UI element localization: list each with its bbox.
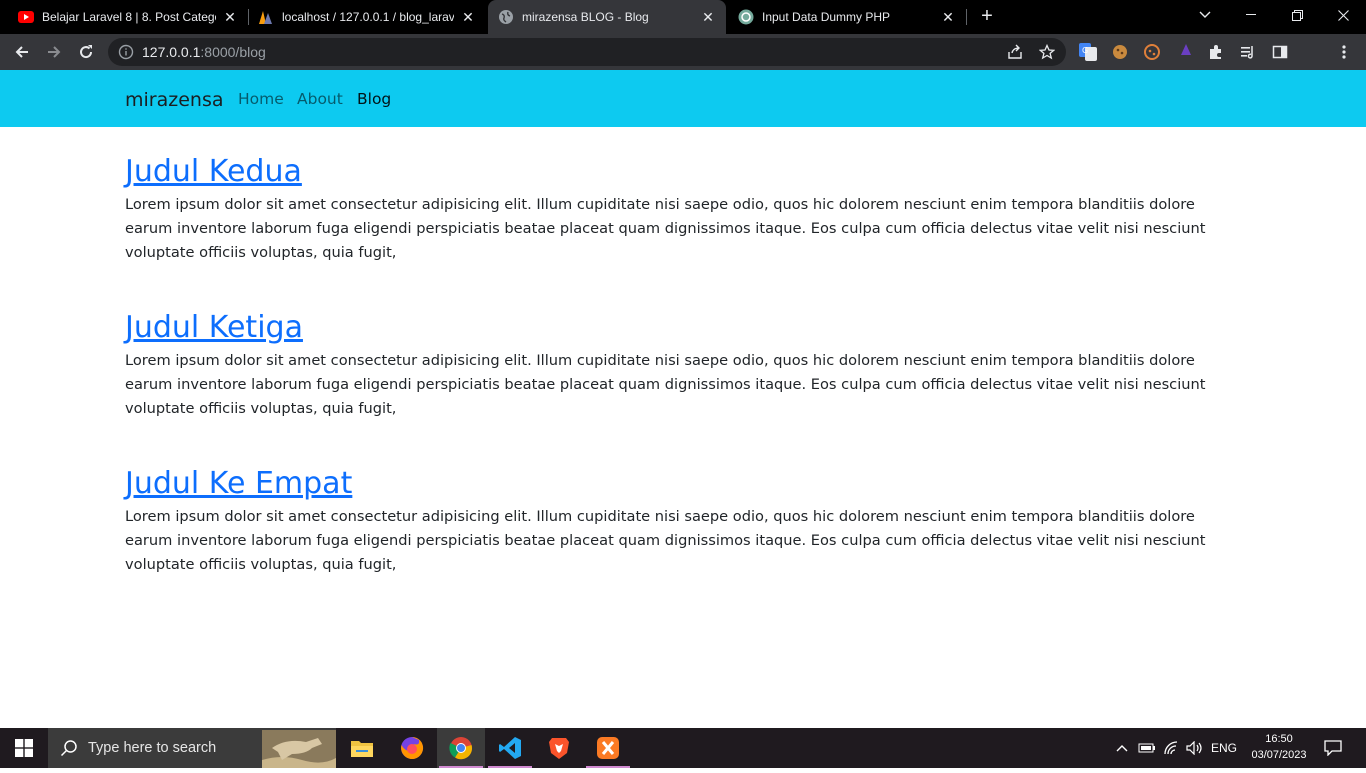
close-window-button[interactable]: [1320, 0, 1366, 30]
url-path: :8000/blog: [200, 44, 266, 60]
nav-link-about[interactable]: About: [297, 90, 343, 108]
blog-post: Judul Kedua Lorem ipsum dolor sit amet c…: [125, 151, 1241, 265]
browser-toolbar: 127.0.0.1:8000/blog G 20 f: [0, 34, 1366, 99]
brave-icon[interactable]: [535, 728, 583, 768]
menu-kebab-icon[interactable]: [1334, 42, 1354, 62]
firefox-icon[interactable]: [388, 728, 436, 768]
volume-icon[interactable]: [1184, 728, 1206, 768]
battery-icon[interactable]: [1136, 728, 1158, 768]
site-navbar: mirazensa Home About Blog: [0, 70, 1366, 127]
url-text[interactable]: 127.0.0.1:8000/blog: [142, 44, 266, 60]
cookie-editor-icon[interactable]: [1142, 42, 1162, 62]
clock-date: 03/07/2023: [1251, 749, 1307, 761]
phpmyadmin-icon: [258, 9, 274, 25]
wizard-extension-icon[interactable]: [1176, 42, 1196, 62]
svg-text:G: G: [1082, 46, 1088, 55]
notification-center-icon[interactable]: [1318, 728, 1348, 768]
taskbar-search-box[interactable]: Type here to search: [48, 728, 336, 768]
media-control-icon[interactable]: [1238, 42, 1258, 62]
reload-icon[interactable]: [72, 38, 100, 66]
share-icon[interactable]: [1006, 43, 1024, 61]
post-excerpt: Lorem ipsum dolor sit amet consectetur a…: [125, 196, 1206, 261]
youtube-icon: [18, 9, 34, 25]
url-host: 127.0.0.1: [142, 44, 201, 60]
post-title: Judul Ketiga: [125, 307, 1241, 349]
info-icon[interactable]: [118, 44, 134, 60]
cookie-extension-icon[interactable]: [1110, 42, 1130, 62]
search-highlight-wolf-icon[interactable]: [262, 730, 336, 768]
vscode-icon[interactable]: [486, 728, 534, 768]
close-icon[interactable]: ✕: [940, 9, 956, 25]
nav-link-blog[interactable]: Blog: [357, 90, 391, 108]
side-panel-icon[interactable]: [1270, 42, 1290, 62]
browser-tab-blog[interactable]: mirazensa BLOG - Blog ✕: [488, 0, 726, 34]
close-icon[interactable]: ✕: [460, 9, 476, 25]
xampp-icon[interactable]: [584, 728, 632, 768]
post-title-link[interactable]: Judul Kedua: [125, 154, 302, 189]
browser-tab-strip: Belajar Laravel 8 | 8. Post Category ✕ l…: [0, 0, 1366, 34]
file-explorer-icon[interactable]: [338, 728, 386, 768]
tab-title: mirazensa BLOG - Blog: [522, 10, 649, 24]
site-brand[interactable]: mirazensa: [125, 89, 224, 111]
windows-taskbar: Type here to search ENG 16:50 03/07/2023: [0, 728, 1366, 768]
back-arrow-icon[interactable]: [8, 38, 36, 66]
chatgpt-icon: [738, 9, 754, 25]
post-title: Judul Kedua: [125, 151, 1241, 193]
post-excerpt: Lorem ipsum dolor sit amet consectetur a…: [125, 352, 1206, 417]
blog-post-list: Judul Kedua Lorem ipsum dolor sit amet c…: [125, 127, 1241, 619]
post-title: Judul Ke Empat: [125, 463, 1241, 505]
browser-tab-phpmyadmin[interactable]: localhost / 127.0.0.1 / blog_laravel ✕: [248, 0, 486, 34]
restore-button[interactable]: [1274, 0, 1320, 30]
search-placeholder: Type here to search: [88, 740, 217, 756]
post-title-link[interactable]: Judul Ke Empat: [125, 466, 352, 501]
minimize-button[interactable]: [1228, 0, 1274, 30]
address-bar[interactable]: 127.0.0.1:8000/blog: [108, 38, 1066, 66]
wifi-icon[interactable]: [1160, 728, 1182, 768]
browser-tab-chatgpt[interactable]: Input Data Dummy PHP ✕: [728, 0, 966, 34]
new-tab-button[interactable]: +: [976, 5, 998, 27]
chrome-icon[interactable]: [437, 728, 485, 768]
globe-icon: [498, 9, 514, 25]
language-indicator[interactable]: ENG: [1208, 728, 1240, 768]
bookmark-star-icon[interactable]: [1038, 43, 1056, 61]
close-icon[interactable]: ✕: [700, 9, 716, 25]
post-excerpt: Lorem ipsum dolor sit amet consectetur a…: [125, 508, 1206, 573]
tab-title: Input Data Dummy PHP: [762, 10, 891, 24]
show-hidden-icons-chevron-up-icon[interactable]: [1112, 728, 1132, 768]
tab-separator: [966, 9, 967, 25]
google-translate-icon[interactable]: G: [1078, 42, 1098, 62]
post-title-link[interactable]: Judul Ketiga: [125, 310, 303, 345]
clock-time: 16:50: [1265, 733, 1293, 745]
blog-post: Judul Ketiga Lorem ipsum dolor sit amet …: [125, 307, 1241, 421]
clock[interactable]: 16:50 03/07/2023: [1248, 731, 1310, 763]
forward-arrow-icon[interactable]: [40, 38, 68, 66]
tab-title: Belajar Laravel 8 | 8. Post Category: [42, 10, 216, 24]
tab-search-chevron-icon[interactable]: [1182, 0, 1228, 30]
search-icon: [60, 739, 78, 757]
blog-post: Judul Ke Empat Lorem ipsum dolor sit ame…: [125, 463, 1241, 577]
browser-tab-youtube[interactable]: Belajar Laravel 8 | 8. Post Category ✕: [8, 0, 248, 34]
close-icon[interactable]: ✕: [222, 9, 238, 25]
nav-link-home[interactable]: Home: [238, 90, 284, 108]
tab-title: localhost / 127.0.0.1 / blog_laravel: [282, 10, 454, 24]
puzzle-icon[interactable]: [1206, 42, 1226, 62]
windows-start-icon[interactable]: [0, 728, 48, 768]
